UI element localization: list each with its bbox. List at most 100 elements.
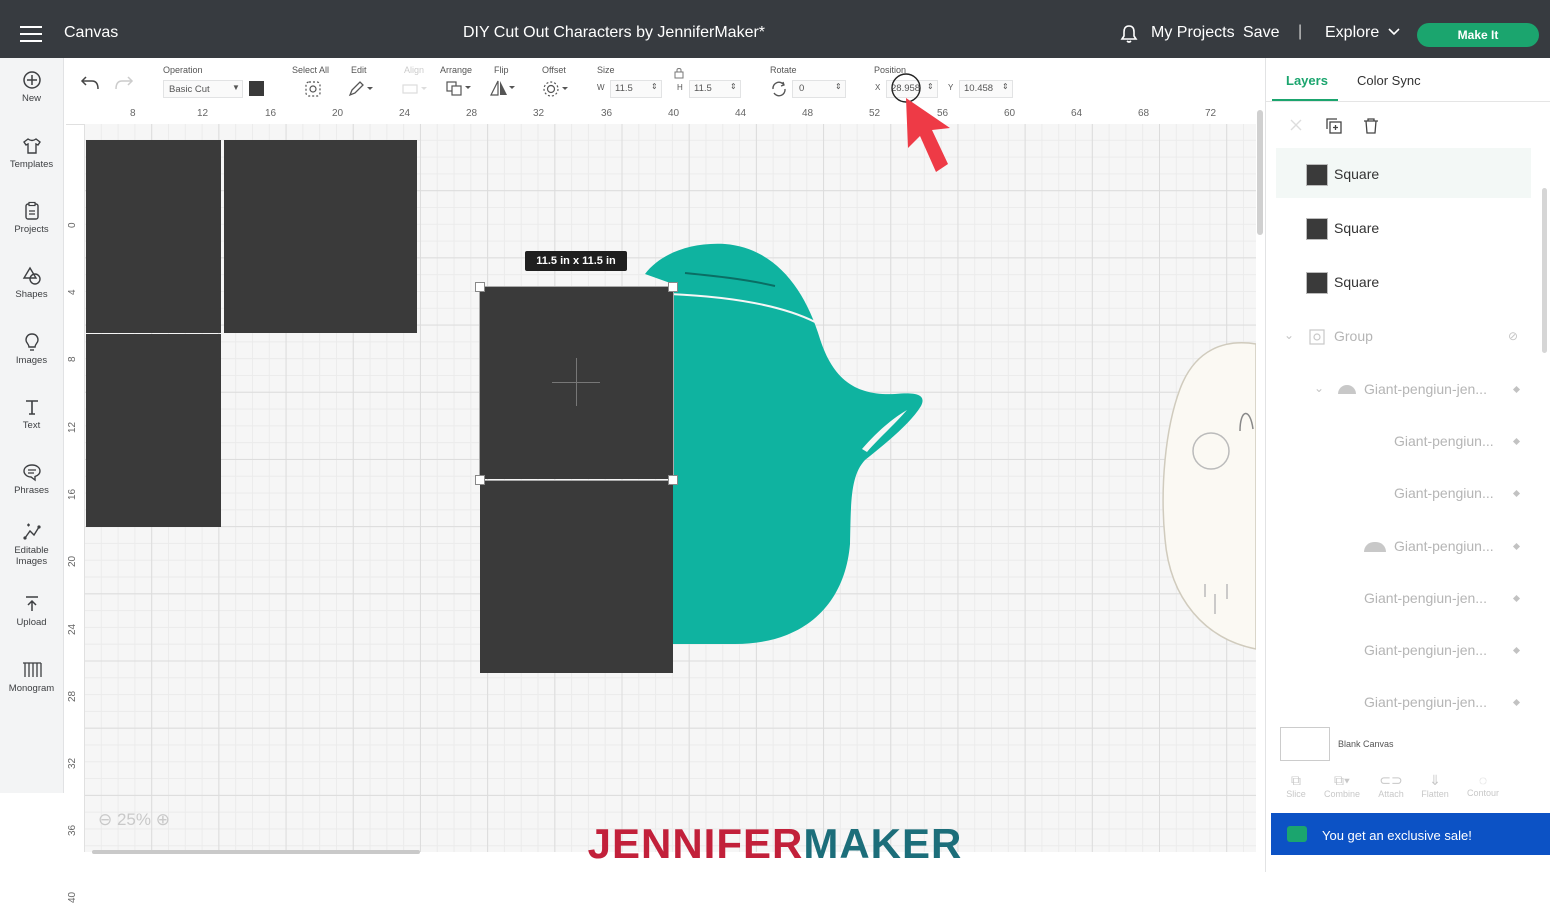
visibility-dot[interactable] — [1512, 437, 1521, 446]
layers-scrollbar[interactable] — [1542, 188, 1547, 353]
design-canvas[interactable] — [85, 124, 1256, 852]
nav-label: Phrases — [14, 485, 49, 496]
layer-label: Giant-pengiun... — [1394, 433, 1494, 449]
layer-label: Group — [1334, 328, 1373, 344]
contour-icon: ◌ — [1478, 772, 1488, 788]
chevron-down-icon[interactable]: ⌄ — [1284, 328, 1294, 342]
resize-handle[interactable] — [475, 475, 485, 485]
lock-icon[interactable] — [674, 67, 684, 79]
layer-row-group-item[interactable]: Giant-pengiun... — [1276, 467, 1531, 517]
layer-row-square[interactable]: Square — [1276, 256, 1531, 306]
stepper-icon[interactable]: ⇕ — [651, 82, 658, 91]
height-field[interactable]: 11.5 ⇕ — [689, 80, 741, 98]
visibility-dot[interactable] — [1512, 698, 1521, 707]
square-shape[interactable] — [86, 334, 221, 527]
explore-menu[interactable]: Explore — [1325, 24, 1379, 42]
slice-button[interactable]: ⧉ Slice — [1272, 772, 1320, 799]
operation-select[interactable]: Basic Cut ▼ — [163, 80, 243, 98]
resize-handle[interactable] — [668, 475, 678, 485]
visibility-dot[interactable] — [1512, 594, 1521, 603]
hide-icon[interactable]: ⊘ — [1508, 329, 1518, 343]
nav-label: Shapes — [15, 289, 48, 300]
select-all-icon[interactable] — [304, 80, 322, 98]
pencil-icon[interactable] — [348, 81, 374, 97]
combine-icon: ⧉▾ — [1334, 772, 1350, 788]
vertical-scrollbar[interactable] — [1257, 110, 1263, 235]
layer-row-group-item[interactable]: Giant-pengiun-jen... — [1276, 624, 1531, 674]
align-icon — [402, 84, 427, 94]
plus-circle-icon — [22, 71, 41, 89]
redo-icon[interactable] — [114, 76, 134, 90]
nav-label-line2: Images — [15, 556, 48, 567]
undo-icon[interactable] — [80, 76, 100, 90]
blank-canvas-label: Blank Canvas — [1338, 739, 1394, 749]
square-shape[interactable] — [86, 140, 221, 333]
square-shape[interactable] — [480, 480, 673, 673]
cream-penguin-shape[interactable] — [1155, 339, 1256, 654]
duplicate-icon[interactable] — [1325, 117, 1343, 135]
nav-monogram[interactable]: Monogram — [0, 660, 63, 694]
nav-projects[interactable]: Projects — [0, 201, 63, 235]
tab-color-sync[interactable]: Color Sync — [1357, 73, 1421, 88]
combine-button[interactable]: ⧉▾ Combine — [1318, 772, 1366, 799]
nav-editable-images[interactable]: Editable Images — [0, 522, 63, 567]
nav-upload[interactable]: Upload — [0, 594, 63, 628]
layer-label: Square — [1334, 274, 1380, 290]
y-position-field[interactable]: 10.458 ⇕ — [959, 80, 1013, 98]
blank-canvas-thumbnail[interactable] — [1280, 727, 1330, 761]
nav-templates[interactable]: Templates — [0, 136, 63, 170]
my-projects-link[interactable]: My Projects — [1151, 24, 1235, 42]
color-swatch[interactable] — [249, 81, 264, 96]
layer-row-square[interactable]: Square — [1276, 148, 1531, 198]
flatten-button[interactable]: ⇓ Flatten — [1411, 772, 1459, 799]
rotate-icon — [772, 81, 786, 97]
stepper-icon[interactable]: ⇕ — [835, 82, 842, 91]
layer-row-group-item[interactable]: Giant-pengiun... — [1276, 520, 1531, 570]
visibility-dot[interactable] — [1512, 489, 1521, 498]
nav-text[interactable]: Text — [0, 397, 63, 431]
flip-icon[interactable] — [490, 79, 516, 97]
ruler-tick: 28 — [67, 690, 78, 702]
arrange-label: Arrange — [440, 65, 473, 75]
attach-button[interactable]: ⊂⊃ Attach — [1367, 772, 1415, 799]
nav-new[interactable]: New — [0, 70, 63, 104]
layer-row-group-item[interactable]: Giant-pengiun... — [1276, 415, 1531, 465]
make-it-button[interactable]: Make It — [1417, 23, 1539, 47]
ruler-tick: 28 — [466, 108, 478, 119]
visibility-dot[interactable] — [1512, 385, 1521, 394]
offset-icon[interactable] — [542, 80, 570, 98]
flatten-icon: ⇓ — [1429, 772, 1441, 788]
layer-row-group-item[interactable]: Giant-pengiun-jen... — [1276, 676, 1531, 726]
rotate-field[interactable]: 0 ⇕ — [792, 80, 846, 98]
ruler-tick: 64 — [1071, 108, 1083, 119]
resize-handle[interactable] — [475, 282, 485, 292]
nav-images[interactable]: Images — [0, 332, 63, 366]
ruler-tick: 24 — [67, 623, 78, 635]
visibility-dot[interactable] — [1512, 646, 1521, 655]
stepper-icon[interactable]: ⇕ — [730, 82, 737, 91]
stepper-icon[interactable]: ⇕ — [1002, 82, 1009, 91]
tab-layers[interactable]: Layers — [1286, 73, 1328, 88]
layer-row-group-item[interactable]: Giant-pengiun-jen... — [1276, 572, 1531, 622]
save-button[interactable]: Save — [1243, 24, 1279, 42]
width-field[interactable]: 11.5 ⇕ — [610, 80, 662, 98]
square-shape[interactable] — [224, 140, 417, 333]
ruler-tick: 0 — [67, 222, 78, 228]
visibility-dot[interactable] — [1512, 542, 1521, 551]
chevron-down-icon[interactable] — [1388, 28, 1400, 36]
layer-row-group-item[interactable]: ⌄ Giant-pengiun-jen... — [1276, 363, 1531, 413]
width-label: W — [597, 83, 605, 92]
layer-row-square[interactable]: Square — [1276, 202, 1531, 252]
trash-icon[interactable] — [1363, 117, 1379, 135]
nav-phrases[interactable]: Phrases — [0, 462, 63, 496]
horizontal-ruler: 8 12 16 20 24 28 32 36 40 44 48 52 56 60… — [66, 106, 1256, 125]
arrange-icon[interactable] — [446, 80, 472, 96]
bell-icon[interactable] — [1120, 24, 1138, 44]
ruler-tick: 60 — [1004, 108, 1016, 119]
resize-handle[interactable] — [668, 282, 678, 292]
chevron-down-icon[interactable]: ⌄ — [1314, 381, 1324, 395]
contour-button[interactable]: ◌ Contour — [1459, 772, 1507, 798]
layer-thumbnail — [1364, 542, 1386, 552]
layer-row-group[interactable]: ⌄ Group ⊘ — [1276, 310, 1531, 360]
nav-shapes[interactable]: Shapes — [0, 266, 63, 300]
